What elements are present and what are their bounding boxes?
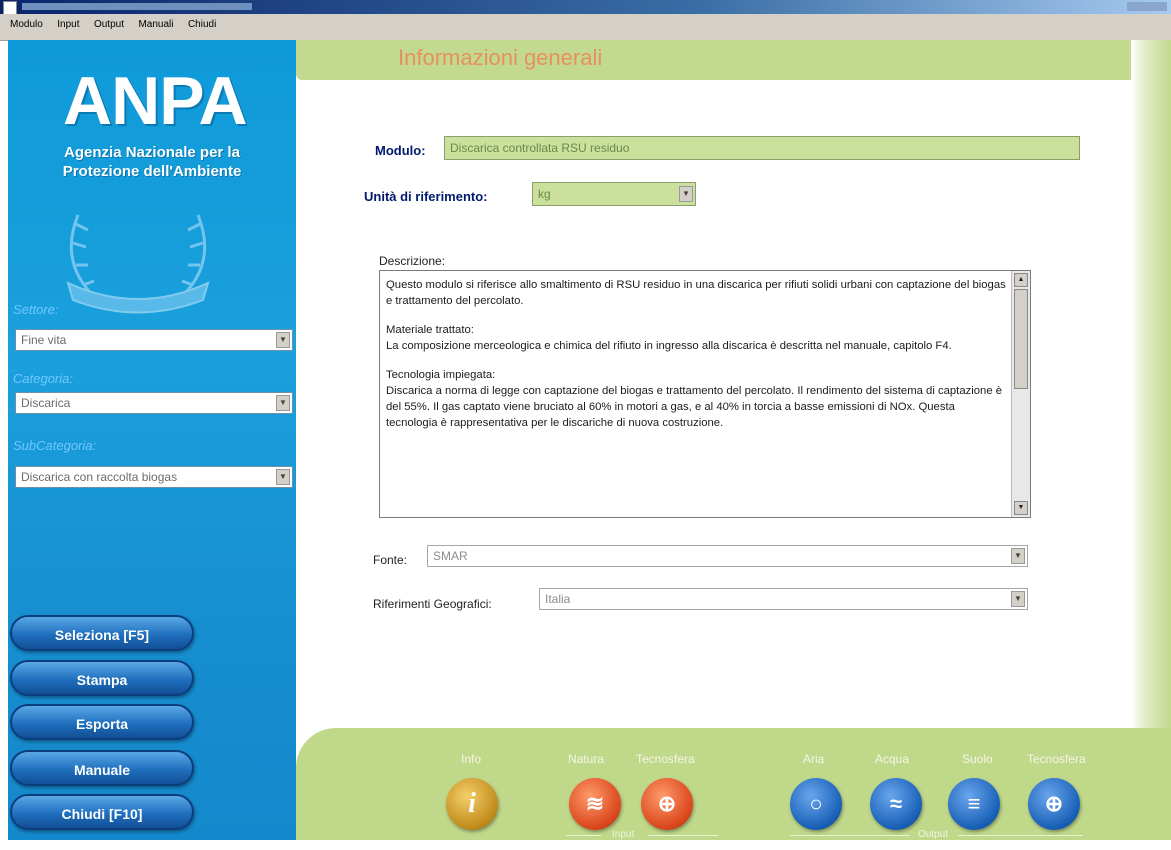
- window-controls[interactable]: [1127, 2, 1167, 11]
- scroll-down-icon[interactable]: ▼: [1014, 501, 1028, 515]
- tecnosfera-input-label: Tecnosfera: [636, 752, 695, 766]
- crosshair-icon: ⊕: [657, 791, 677, 816]
- descrizione-scrollbar[interactable]: ▲ ▼: [1011, 271, 1030, 517]
- seleziona-button[interactable]: Seleziona [F5]: [10, 615, 194, 651]
- input-group-label: Input: [612, 829, 635, 840]
- fonte-select[interactable]: SMAR ▼: [427, 545, 1028, 567]
- geo-label: Riferimenti Geografici:: [373, 597, 492, 611]
- stampa-button[interactable]: Stampa: [10, 660, 194, 696]
- tecnosfera-output-label: Tecnosfera: [1027, 752, 1086, 766]
- logo-line-1: Agenzia Nazionale per la: [64, 144, 240, 161]
- subcategoria-select[interactable]: Discarica con raccolta biogas ▼: [15, 466, 293, 488]
- categoria-select[interactable]: Discarica ▼: [15, 392, 293, 414]
- descrizione-paragraph-3: Tecnologia impiegata: Discarica a norma …: [386, 369, 1003, 429]
- suolo-button[interactable]: ≡: [948, 778, 1000, 830]
- header-bar: Informazioni generali: [296, 40, 1171, 80]
- descrizione-label: Descrizione:: [379, 254, 446, 268]
- chiudi-button[interactable]: Chiudi [F10]: [10, 794, 194, 830]
- output-group-line: [958, 835, 1083, 836]
- menu-manuali[interactable]: Manuali: [138, 19, 173, 30]
- window-title-bar: [0, 0, 1171, 15]
- geo-value: Italia: [545, 592, 571, 606]
- output-group-label: Output: [918, 829, 949, 840]
- info-label: Info: [461, 752, 482, 766]
- aria-button[interactable]: ○: [790, 778, 842, 830]
- natura-button[interactable]: ≋: [569, 778, 621, 830]
- subcategoria-label: SubCategoria:: [13, 438, 97, 453]
- settore-label: Settore:: [13, 302, 59, 317]
- chevron-down-icon[interactable]: ▼: [1011, 548, 1025, 564]
- chevron-down-icon[interactable]: ▼: [276, 395, 290, 411]
- lines-icon: ≡: [967, 791, 981, 816]
- suolo-label: Suolo: [962, 752, 993, 766]
- categoria-value: Discarica: [21, 396, 71, 410]
- manuale-button[interactable]: Manuale: [10, 750, 194, 786]
- ring-icon: ○: [809, 791, 823, 816]
- modulo-field[interactable]: Discarica controllata RSU residuo: [444, 136, 1080, 160]
- chevron-down-icon[interactable]: ▼: [276, 332, 290, 348]
- chevron-down-icon[interactable]: ▼: [679, 186, 693, 202]
- menu-output[interactable]: Output: [94, 19, 124, 30]
- window-bottom-edge: [0, 840, 1171, 850]
- esporta-button[interactable]: Esporta: [10, 704, 194, 740]
- aria-label: Aria: [803, 752, 825, 766]
- menu-chiudi[interactable]: Chiudi: [188, 19, 216, 30]
- unita-label: Unità di riferimento:: [364, 189, 488, 204]
- settore-select[interactable]: Fine vita ▼: [15, 329, 293, 351]
- settore-value: Fine vita: [21, 333, 67, 347]
- natura-label: Natura: [568, 752, 605, 766]
- descrizione-textarea[interactable]: Questo modulo si riferisce allo smaltime…: [379, 270, 1031, 518]
- descrizione-text: Questo modulo si riferisce allo smaltime…: [386, 277, 1006, 444]
- fonte-label: Fonte:: [373, 553, 408, 567]
- output-group-line: [790, 835, 910, 836]
- republic-emblem-icon: [66, 214, 210, 314]
- descrizione-paragraph-2: Materiale trattato: La composizione merc…: [386, 324, 952, 352]
- logo-anpa: ANPA: [63, 63, 248, 139]
- water-icon: ≋: [585, 791, 605, 816]
- unita-select[interactable]: kg ▼: [532, 182, 696, 206]
- tecnosfera-input-button[interactable]: ⊕: [641, 778, 693, 830]
- input-group-line: [566, 835, 601, 836]
- scroll-up-icon[interactable]: ▲: [1014, 273, 1028, 287]
- info-button[interactable]: i: [446, 778, 498, 830]
- window-title: [22, 3, 252, 10]
- menu-bar: Modulo Input Output Manuali Chiudi: [0, 14, 1171, 41]
- descrizione-paragraph-1: Questo modulo si riferisce allo smaltime…: [386, 279, 1006, 307]
- scroll-thumb[interactable]: [1014, 289, 1028, 389]
- chevron-down-icon[interactable]: ▼: [276, 469, 290, 485]
- geo-select[interactable]: Italia ▼: [539, 588, 1028, 610]
- subcategoria-value: Discarica con raccolta biogas: [21, 470, 178, 484]
- tecnosfera-output-button[interactable]: ⊕: [1028, 778, 1080, 830]
- fonte-value: SMAR: [433, 549, 468, 563]
- chevron-down-icon[interactable]: ▼: [1011, 591, 1025, 607]
- logo-line-2: Protezione dell'Ambiente: [62, 163, 242, 180]
- unita-value: kg: [538, 187, 551, 201]
- info-icon: i: [468, 788, 476, 819]
- acqua-label: Acqua: [875, 752, 910, 766]
- waves-icon: ≈: [889, 791, 903, 816]
- menu-input[interactable]: Input: [57, 19, 79, 30]
- categoria-label: Categoria:: [13, 371, 73, 386]
- menu-modulo[interactable]: Modulo: [10, 19, 43, 30]
- modulo-value: Discarica controllata RSU residuo: [450, 141, 630, 155]
- input-group-line: [648, 835, 718, 836]
- frame-right-edge: [1131, 40, 1171, 760]
- sidebar: ANPA Agenzia Nazionale per la Protezione…: [8, 40, 296, 850]
- crosshair-icon: ⊕: [1044, 791, 1064, 816]
- app-icon: [3, 1, 17, 15]
- modulo-label: Modulo:: [375, 143, 426, 158]
- acqua-button[interactable]: ≈: [870, 778, 922, 830]
- page-title: Informazioni generali: [398, 45, 603, 70]
